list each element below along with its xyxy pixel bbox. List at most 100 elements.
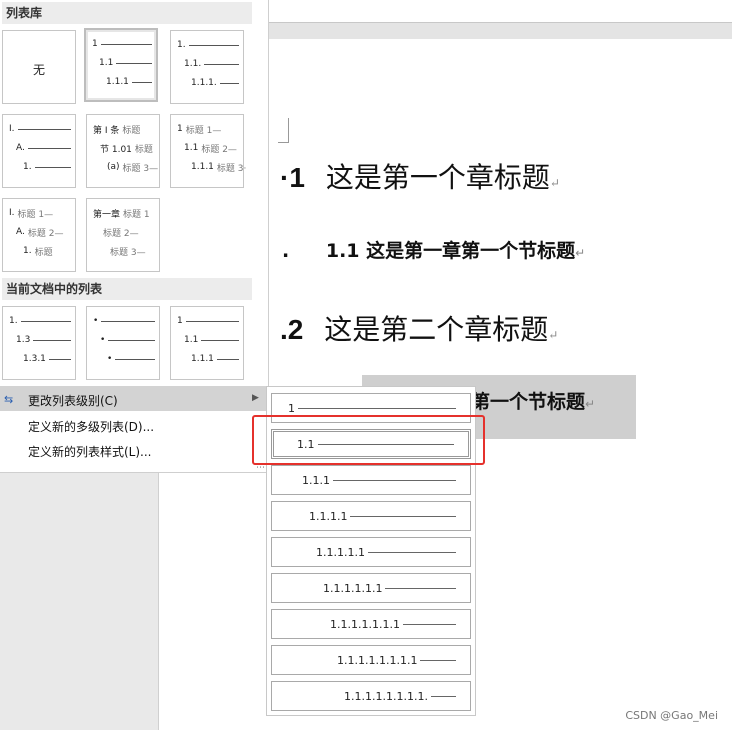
list-level-option[interactable]: 1.1.1.1.1.1.1.1	[271, 645, 471, 675]
tile-rule	[108, 339, 155, 341]
tile-number: 1.1.1	[191, 354, 214, 364]
tile-line: I.	[9, 123, 71, 135]
list-style-tile[interactable]: 1. 1.1. 1.1.1.	[170, 30, 244, 104]
tile-style-label: 标题 2—	[27, 228, 64, 239]
tile-number: 1.1	[99, 58, 114, 68]
level-number: 1.1.1.1	[309, 509, 348, 523]
heading-1-first[interactable]: ·1 这是第一个章标题↵	[280, 156, 560, 196]
paragraph-mark: ↵	[575, 246, 586, 260]
tile-number: 1.3.1	[23, 354, 46, 364]
tile-rule	[185, 320, 239, 322]
heading-text: 这是第一个章标题	[325, 161, 550, 194]
heading-number: .	[282, 240, 290, 262]
tile-rule	[131, 81, 152, 83]
tile-rule	[201, 339, 239, 341]
level-rule	[420, 659, 456, 661]
tile-line: 1.1.1	[106, 76, 152, 88]
tile-rule	[34, 166, 71, 168]
tile-line: 1.1	[184, 334, 239, 346]
heading-1-second[interactable]: .2 这是第二个章标题↵	[280, 308, 558, 348]
list-level-option[interactable]: 1.1.1.1.1.1.1.1.	[271, 681, 471, 711]
tile-rule	[216, 358, 239, 360]
tile-line: 1.1.1 标题 3·	[191, 161, 246, 174]
list-style-tile[interactable]: I. 标题 1— A. 标题 2— 1. 标题	[2, 198, 76, 272]
list-level-option[interactable]: 1.1.1	[271, 465, 471, 495]
define-multilevel-list-item[interactable]: 定义新的多级列表(D)...	[28, 418, 154, 435]
list-style-tile[interactable]: 1 1.1 1.1.1	[170, 306, 244, 380]
level-number: 1.1.1.1.1	[316, 545, 365, 559]
heading-2-first[interactable]: . 1.1 这是第一章第一个节标题↵	[282, 236, 585, 263]
tile-number: 1	[177, 124, 183, 134]
list-style-tile[interactable]: 1. 1.3 1.3.1	[2, 306, 76, 380]
tile-line: •	[100, 334, 155, 346]
list-style-tile[interactable]: I. A. 1.	[2, 114, 76, 188]
tile-number: 1	[177, 316, 183, 326]
tile-number: •	[93, 316, 99, 326]
tile-line: 1.	[177, 39, 239, 51]
tile-number: 1.1.	[184, 59, 202, 69]
tile-number: I.	[9, 208, 15, 218]
tile-line: 1.1.1	[191, 353, 239, 365]
tile-style-label: 标题 2—	[201, 144, 237, 155]
list-style-tile[interactable]: 无	[2, 30, 76, 104]
tile-number: I.	[9, 124, 15, 134]
tile-style-label: 标题 1—	[17, 209, 54, 220]
level-rule	[298, 407, 456, 409]
level-rule	[367, 551, 456, 553]
tile-style-label: 标题 3—	[122, 163, 159, 174]
list-level-option[interactable]: 1.1.1.1	[271, 501, 471, 531]
tile-line: 标题 2—	[100, 226, 155, 239]
tile-style-label: 标题 2—	[103, 228, 139, 239]
change-list-level-item[interactable]: 更改列表级别(C)	[28, 392, 118, 409]
tile-line: 1.3	[16, 334, 71, 346]
tile-rule	[204, 63, 239, 65]
tile-line: 1.	[9, 315, 71, 327]
tile-line: A.	[16, 142, 71, 154]
tile-rule	[27, 147, 71, 149]
list-style-tile[interactable]: 第 I 条标题节 1.01 标题 (a) 标题 3—	[86, 114, 160, 188]
tile-number: 1.	[23, 246, 32, 256]
level-number: 1.1.1	[302, 473, 330, 487]
tile-number: 1.	[177, 40, 186, 50]
tile-rule	[20, 320, 71, 322]
chevron-right-icon: ▶	[252, 393, 259, 403]
ruler[interactable]	[268, 22, 732, 40]
watermark: CSDN @Gao_Mei	[625, 709, 718, 722]
tile-line: 1.1.	[184, 58, 239, 70]
tile-line: •	[107, 353, 155, 365]
tile-line: 1.1	[99, 57, 152, 69]
list-level-option[interactable]: 1.1.1.1.1.1	[271, 573, 471, 603]
list-level-option[interactable]: 1.1.1.1.1	[271, 537, 471, 567]
tile-number: 1.1	[184, 335, 199, 345]
tile-number: A.	[16, 227, 25, 237]
tile-line: 1	[177, 315, 239, 327]
tile-number: •	[107, 354, 113, 364]
tile-number: 节 1.01	[100, 144, 132, 155]
tile-number: 1.1	[184, 143, 199, 153]
list-style-tile[interactable]: 1 标题 1— 1.1 标题 2— 1.1.1 标题 3·	[170, 114, 246, 188]
level-rule	[350, 515, 456, 517]
list-level-option[interactable]: 1.1.1.1.1.1.1	[271, 609, 471, 639]
level-rule	[402, 623, 456, 625]
tile-line: •	[93, 315, 155, 327]
level-number: 1.1.1.1.1.1.1	[330, 617, 400, 631]
tile-number: 1	[92, 39, 98, 49]
level-number: 1.1.1.1.1.1.1.1.	[344, 689, 428, 703]
tile-rule	[17, 128, 71, 130]
heading-text: 这是第二个章标题	[324, 313, 549, 346]
margin-mark	[278, 118, 289, 143]
list-style-tile[interactable]: • • •	[86, 306, 160, 380]
paragraph-mark: ↵	[549, 176, 560, 190]
tile-rule	[219, 82, 239, 84]
heading-text: 第一个节标题	[471, 391, 586, 413]
tile-number: 1.	[9, 316, 18, 326]
heading-text: 1.1 这是第一章第一个节标题	[325, 240, 576, 262]
list-style-tile[interactable]: 1 1.1 1.1.1	[84, 28, 158, 102]
define-list-style-item[interactable]: 定义新的列表样式(L)...	[28, 443, 152, 460]
heading-number: ·1	[280, 162, 305, 193]
tile-rule	[115, 358, 155, 360]
tile-line: 1.1 标题 2—	[184, 142, 239, 155]
tile-line: 1 标题 1—	[177, 123, 239, 136]
tile-line: A. 标题 2—	[16, 226, 71, 239]
list-style-tile[interactable]: 第一章 标题 1 标题 2— 标题 3—	[86, 198, 160, 272]
